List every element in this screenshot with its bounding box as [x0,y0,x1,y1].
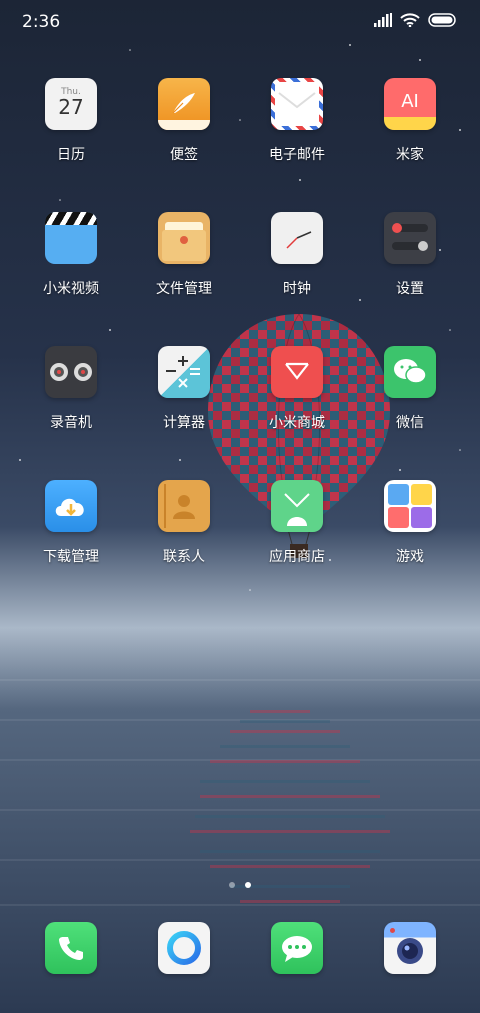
app-label: 下载管理 [43,549,99,565]
app-label: 米家 [396,147,424,163]
mijia-glyph: AI [401,90,419,112]
cloud-download-icon [45,480,97,532]
mail-icon [271,78,323,130]
app-downloads[interactable]: 下载管理 [16,480,126,566]
dock-camera[interactable] [355,922,465,974]
dock [0,922,480,974]
app-settings[interactable]: 设置 [355,212,465,298]
wechat-icon [384,346,436,398]
app-label: 游戏 [396,549,424,565]
status-bar: 2:36 [0,0,480,40]
calendar-icon: Thu. 27 [45,78,97,130]
app-email[interactable]: 电子邮件 [242,78,352,164]
app-label: 小米视频 [43,281,99,297]
page-indicator [0,873,480,892]
contacts-icon [158,480,210,532]
app-calendar[interactable]: Thu. 27 日历 [16,78,126,164]
app-store-icon [271,480,323,532]
app-calculator[interactable]: 计算器 [129,346,239,432]
wifi-icon [400,13,420,27]
page-dot-active[interactable] [245,882,251,888]
app-label: 便签 [170,147,198,163]
notes-icon [158,78,210,130]
app-mijia[interactable]: AI 米家 [355,78,465,164]
app-label: 文件管理 [156,281,212,297]
dock-messages[interactable] [242,922,352,974]
shopping-bag-icon [271,346,323,398]
dock-browser[interactable] [129,922,239,974]
app-label: 计算器 [163,415,205,431]
app-label: 微信 [396,415,424,431]
signal-icon [374,13,392,27]
app-files[interactable]: 文件管理 [129,212,239,298]
app-label: 日历 [57,147,85,163]
app-video[interactable]: 小米视频 [16,212,126,298]
dock-phone[interactable] [16,922,126,974]
messages-icon [271,922,323,974]
app-appstore[interactable]: 应用商店 [242,480,352,566]
app-contacts[interactable]: 联系人 [129,480,239,566]
app-clock[interactable]: 时钟 [242,212,352,298]
calculator-icon [158,346,210,398]
page-dot[interactable] [229,882,235,888]
recorder-icon [45,346,97,398]
app-label: 录音机 [50,415,92,431]
balloon-reflection [190,710,390,903]
folder-icon [158,212,210,264]
phone-icon [45,922,97,974]
app-label: 小米商城 [269,415,325,431]
app-label: 时钟 [283,281,311,297]
app-notes[interactable]: 便签 [129,78,239,164]
app-games[interactable]: 游戏 [355,480,465,566]
app-mistore[interactable]: 小米商城 [242,346,352,432]
app-label: 应用商店 [269,549,325,565]
app-recorder[interactable]: 录音机 [16,346,126,432]
clock-icon [271,212,323,264]
app-label: 设置 [396,281,424,297]
puzzle-icon [384,480,436,532]
browser-ring-icon [158,922,210,974]
app-wechat[interactable]: 微信 [355,346,465,432]
battery-icon [428,13,456,27]
mijia-icon: AI [384,78,436,130]
app-label: 联系人 [163,549,205,565]
camera-icon [384,922,436,974]
status-time: 2:36 [22,12,61,32]
video-clapper-icon [45,212,97,264]
settings-toggle-icon [384,212,436,264]
calendar-day: 27 [58,95,84,119]
app-label: 电子邮件 [269,147,325,163]
